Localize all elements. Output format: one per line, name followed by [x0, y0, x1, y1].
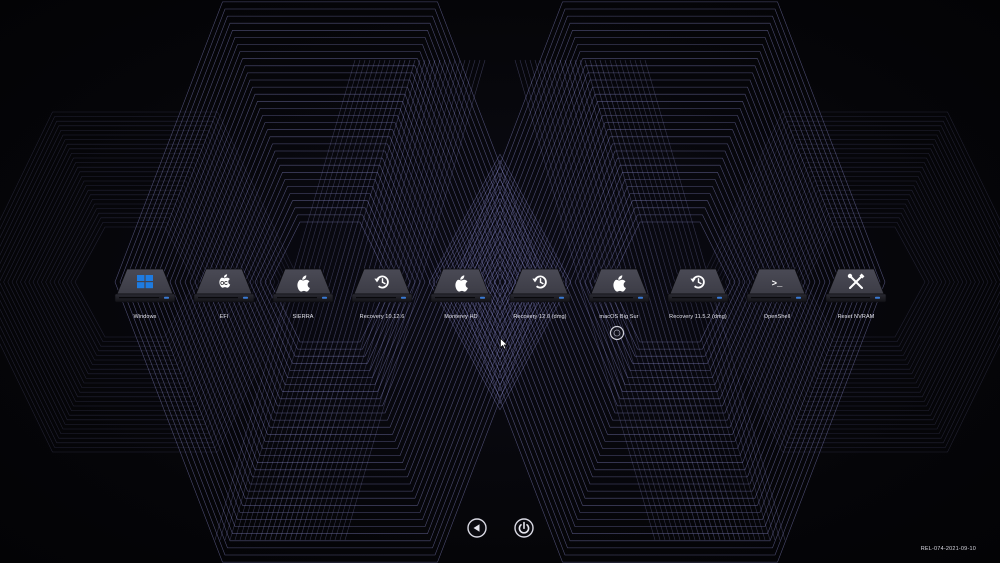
mouse-pointer-icon	[500, 338, 508, 350]
power-icon[interactable]	[514, 518, 534, 538]
recovery-drive-icon	[351, 268, 413, 303]
back-arrow-icon[interactable]	[467, 518, 487, 538]
windows-drive-icon	[114, 268, 176, 303]
efi-drive-icon: OC	[193, 268, 255, 303]
boot-entry-windows[interactable]: Windows	[106, 266, 184, 328]
boot-entry-sierra[interactable]: SIERRA	[264, 266, 342, 328]
recovery-drive-icon	[509, 268, 571, 303]
recovery-drive-icon	[667, 268, 729, 303]
boot-entry-macos-big-sur[interactable]: macOS Big Sur	[580, 266, 658, 328]
apple-drive-icon	[272, 268, 334, 303]
boot-entry-efi[interactable]: OC EFI	[185, 266, 263, 328]
boot-entry-recovery-11-5-2[interactable]: Recovery 11.5.2 (dmg)	[659, 266, 737, 328]
version-string: REL-074-2021-09-10	[920, 546, 976, 552]
opencore-boot-picker: Windows OC EFI SIERRA Recovery 10.12.6 M…	[0, 0, 1000, 563]
tools-drive-icon	[825, 268, 887, 303]
boot-entry-openshell[interactable]: >_ OpenShell	[738, 266, 816, 328]
svg-text:OC: OC	[220, 281, 228, 287]
svg-text:>_: >_	[772, 279, 783, 289]
selection-indicator-icon	[609, 325, 625, 341]
boot-entry-label: Reset NVRAM	[837, 314, 875, 320]
apple-drive-icon	[588, 268, 650, 303]
apple-drive-icon	[430, 268, 492, 303]
boot-entry-recovery-12-0[interactable]: Recovery 12.0 (dmg)	[501, 266, 579, 328]
boot-entry-reset-nvram[interactable]: Reset NVRAM	[817, 266, 895, 328]
boot-entry-monterey-hd[interactable]: Monterey HD	[422, 266, 500, 328]
boot-entry-recovery-10-12-6[interactable]: Recovery 10.12.6	[343, 266, 421, 328]
terminal-drive-icon: >_	[746, 268, 808, 303]
